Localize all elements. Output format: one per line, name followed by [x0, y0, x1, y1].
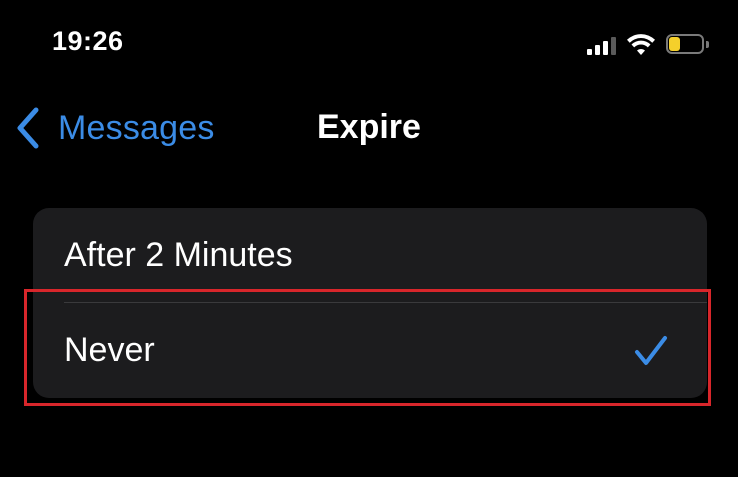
status-bar: 19:26: [0, 0, 738, 90]
status-time: 19:26: [52, 26, 124, 56]
highlight-box: [24, 289, 711, 406]
battery-fill: [669, 37, 680, 51]
option-label: After 2 Minutes: [64, 236, 293, 274]
navigation-bar: Messages Expire: [0, 95, 738, 165]
status-icons: [587, 30, 710, 60]
back-button-label: Messages: [58, 108, 215, 147]
page-title: Expire: [317, 108, 421, 146]
cellular-signal-icon: [587, 35, 616, 55]
wifi-icon: [627, 34, 655, 55]
chevron-left-icon: [17, 107, 39, 149]
battery-icon: [666, 34, 710, 56]
back-button[interactable]: Messages: [14, 103, 215, 153]
